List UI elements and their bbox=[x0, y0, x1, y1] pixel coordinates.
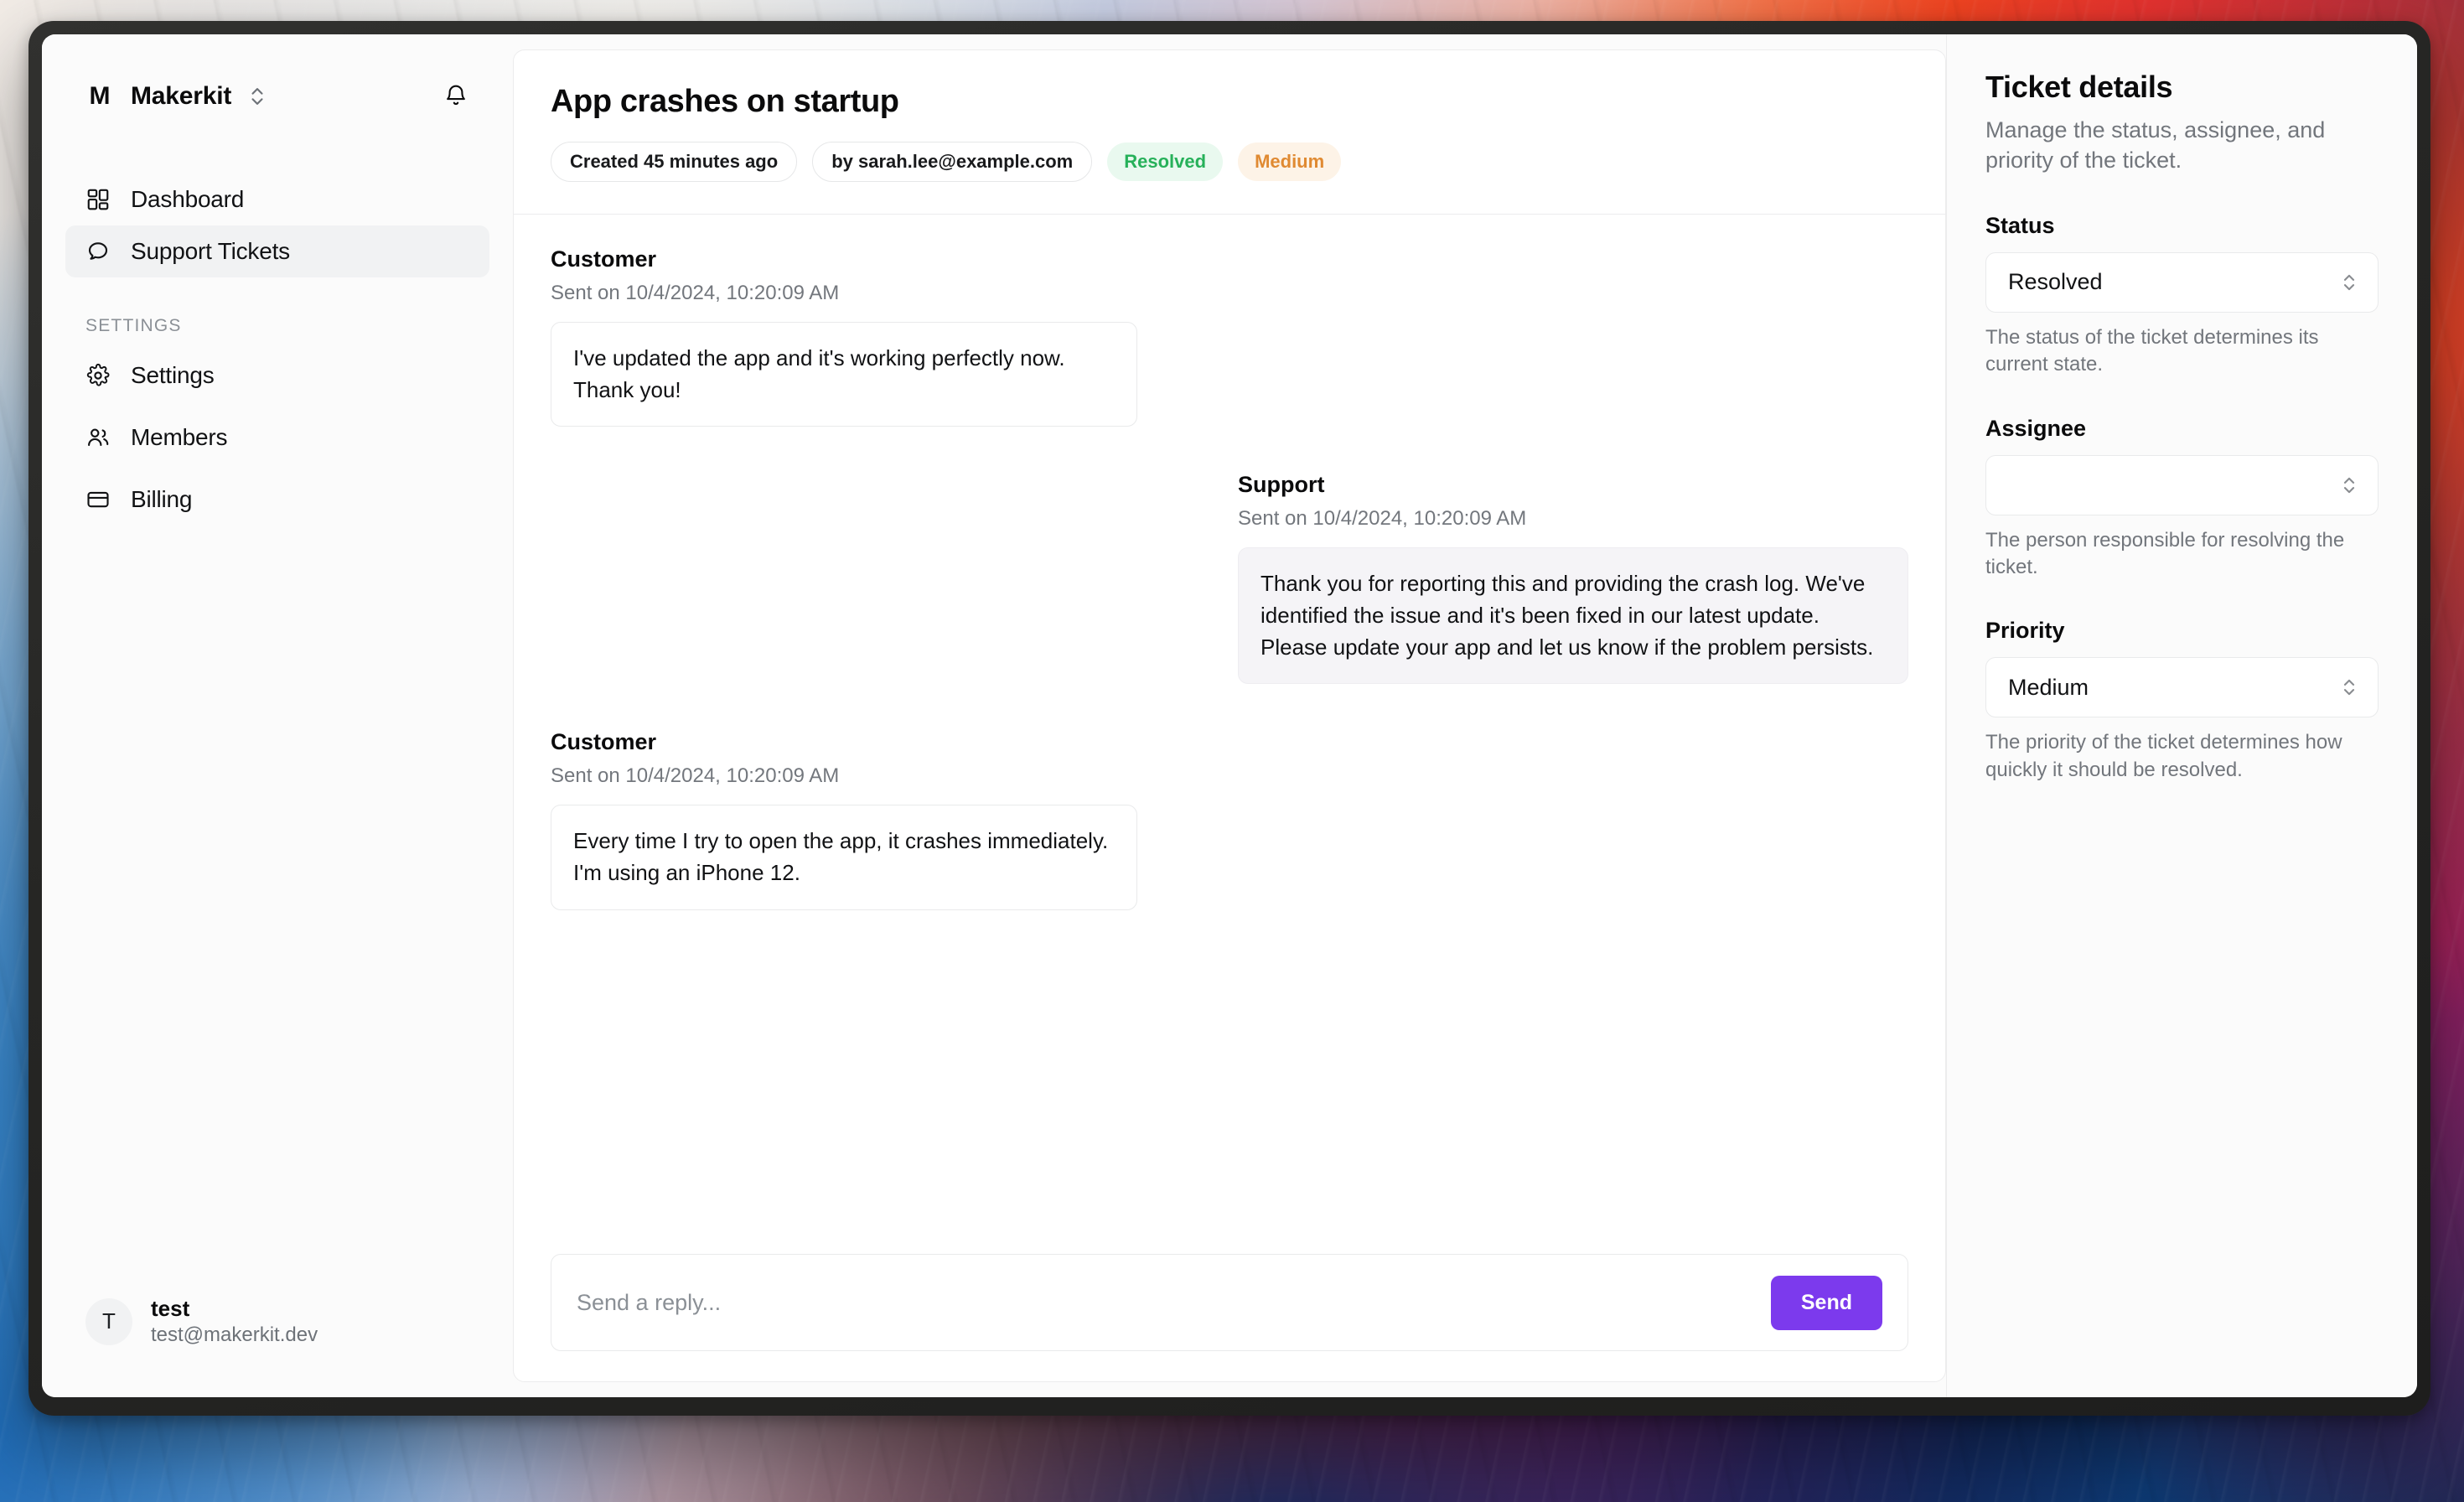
message-thread: Customer Sent on 10/4/2024, 10:20:09 AM … bbox=[514, 215, 1945, 1254]
user-meta: test test@makerkit.dev bbox=[151, 1296, 318, 1347]
thread-gap bbox=[551, 684, 1908, 729]
message-author: Support bbox=[1238, 472, 1324, 498]
sidebar-item-support-tickets[interactable]: Support Tickets bbox=[65, 225, 489, 277]
chevron-up-down-icon bbox=[248, 84, 267, 109]
team-avatar: M bbox=[85, 82, 114, 111]
composer-wrapper: Send bbox=[514, 1254, 1945, 1381]
status-select[interactable]: Resolved bbox=[1985, 252, 2379, 313]
assignee-select[interactable] bbox=[1985, 455, 2379, 515]
message-bubble: I've updated the app and it's working pe… bbox=[551, 322, 1137, 427]
settings-nav: Settings Members bbox=[42, 350, 513, 536]
priority-select[interactable]: Medium bbox=[1985, 657, 2379, 717]
sidebar-header: M Makerkit bbox=[42, 34, 513, 115]
assignee-field: Assignee The person responsible for reso… bbox=[1985, 416, 2379, 582]
priority-field: Priority Medium The priority of the tick… bbox=[1985, 618, 2379, 784]
message-author: Customer bbox=[551, 246, 656, 272]
author-pill: by sarah.lee@example.com bbox=[812, 142, 1092, 182]
notifications-button[interactable] bbox=[437, 78, 474, 115]
message-item: Customer Sent on 10/4/2024, 10:20:09 AM … bbox=[551, 246, 1137, 427]
assignee-label: Assignee bbox=[1985, 416, 2379, 442]
sidebar: M Makerkit bbox=[42, 34, 513, 1397]
priority-badge: Medium bbox=[1238, 142, 1341, 181]
message-item: Customer Sent on 10/4/2024, 10:20:09 AM … bbox=[551, 729, 1137, 909]
user-email: test@makerkit.dev bbox=[151, 1323, 318, 1347]
sidebar-item-label: Members bbox=[131, 424, 227, 451]
reply-input[interactable] bbox=[577, 1290, 1771, 1316]
user-name: test bbox=[151, 1296, 318, 1322]
message-item: Support Sent on 10/4/2024, 10:20:09 AM T… bbox=[1238, 472, 1908, 684]
team-name: Makerkit bbox=[131, 82, 231, 111]
assignee-help: The person responsible for resolving the… bbox=[1985, 527, 2379, 582]
chevron-up-down-icon bbox=[2341, 676, 2358, 699]
reply-composer: Send bbox=[551, 1254, 1908, 1351]
status-field: Status Resolved The status of the ticket… bbox=[1985, 213, 2379, 379]
status-label: Status bbox=[1985, 213, 2379, 239]
team-switcher[interactable]: M Makerkit bbox=[85, 82, 267, 111]
user-menu-button[interactable]: T test test@makerkit.dev bbox=[42, 1296, 513, 1397]
priority-label: Priority bbox=[1985, 618, 2379, 644]
page-title: App crashes on startup bbox=[551, 84, 1908, 120]
chat-bubble-icon bbox=[85, 239, 111, 264]
ticket-details-panel: Ticket details Manage the status, assign… bbox=[1946, 34, 2417, 1397]
priority-help: The priority of the ticket determines ho… bbox=[1985, 729, 2379, 784]
message-timestamp: Sent on 10/4/2024, 10:20:09 AM bbox=[551, 282, 839, 305]
sidebar-spacer bbox=[42, 536, 513, 1296]
sidebar-item-dashboard[interactable]: Dashboard bbox=[65, 174, 489, 225]
sidebar-item-billing[interactable]: Billing bbox=[65, 474, 489, 526]
priority-select-value: Medium bbox=[2008, 675, 2089, 701]
sidebar-item-label: Billing bbox=[131, 486, 192, 513]
gear-icon bbox=[85, 363, 111, 388]
thread-gap bbox=[551, 427, 1908, 472]
sidebar-item-label: Settings bbox=[131, 362, 215, 389]
avatar: T bbox=[85, 1298, 132, 1345]
status-select-value: Resolved bbox=[2008, 269, 2103, 295]
status-badge: Resolved bbox=[1107, 142, 1223, 181]
chevron-up-down-icon bbox=[2341, 474, 2358, 497]
main-content: App crashes on startup Created 45 minute… bbox=[513, 34, 1946, 1397]
details-title: Ticket details bbox=[1985, 70, 2379, 105]
dashboard-icon bbox=[85, 187, 111, 212]
message-bubble: Thank you for reporting this and providi… bbox=[1238, 547, 1908, 684]
message-timestamp: Sent on 10/4/2024, 10:20:09 AM bbox=[551, 764, 839, 788]
sidebar-item-label: Support Tickets bbox=[131, 238, 290, 265]
sidebar-section-title: SETTINGS bbox=[42, 316, 513, 336]
message-author: Customer bbox=[551, 729, 656, 755]
sidebar-item-label: Dashboard bbox=[131, 186, 244, 213]
primary-nav: Dashboard Support Tickets bbox=[42, 174, 513, 277]
app-window: M Makerkit bbox=[42, 34, 2417, 1397]
users-icon bbox=[85, 425, 111, 450]
ticket-meta-row: Created 45 minutes ago by sarah.lee@exam… bbox=[551, 142, 1908, 182]
details-subtitle: Manage the status, assignee, and priorit… bbox=[1985, 115, 2379, 176]
desktop-wallpaper: M Makerkit bbox=[0, 0, 2464, 1502]
sidebar-item-members[interactable]: Members bbox=[65, 412, 489, 464]
ticket-card: App crashes on startup Created 45 minute… bbox=[513, 49, 1946, 1382]
status-help: The status of the ticket determines its … bbox=[1985, 324, 2379, 379]
sidebar-item-settings[interactable]: Settings bbox=[65, 350, 489, 401]
chevron-up-down-icon bbox=[2341, 271, 2358, 294]
ticket-header: App crashes on startup Created 45 minute… bbox=[514, 50, 1945, 215]
created-pill: Created 45 minutes ago bbox=[551, 142, 797, 182]
send-button[interactable]: Send bbox=[1771, 1276, 1882, 1330]
credit-card-icon bbox=[85, 487, 111, 512]
laptop-bezel: M Makerkit bbox=[28, 21, 2430, 1416]
thread-spacer bbox=[551, 910, 1908, 1254]
message-bubble: Every time I try to open the app, it cra… bbox=[551, 805, 1137, 909]
bell-icon bbox=[443, 83, 468, 110]
message-timestamp: Sent on 10/4/2024, 10:20:09 AM bbox=[1238, 507, 1526, 531]
